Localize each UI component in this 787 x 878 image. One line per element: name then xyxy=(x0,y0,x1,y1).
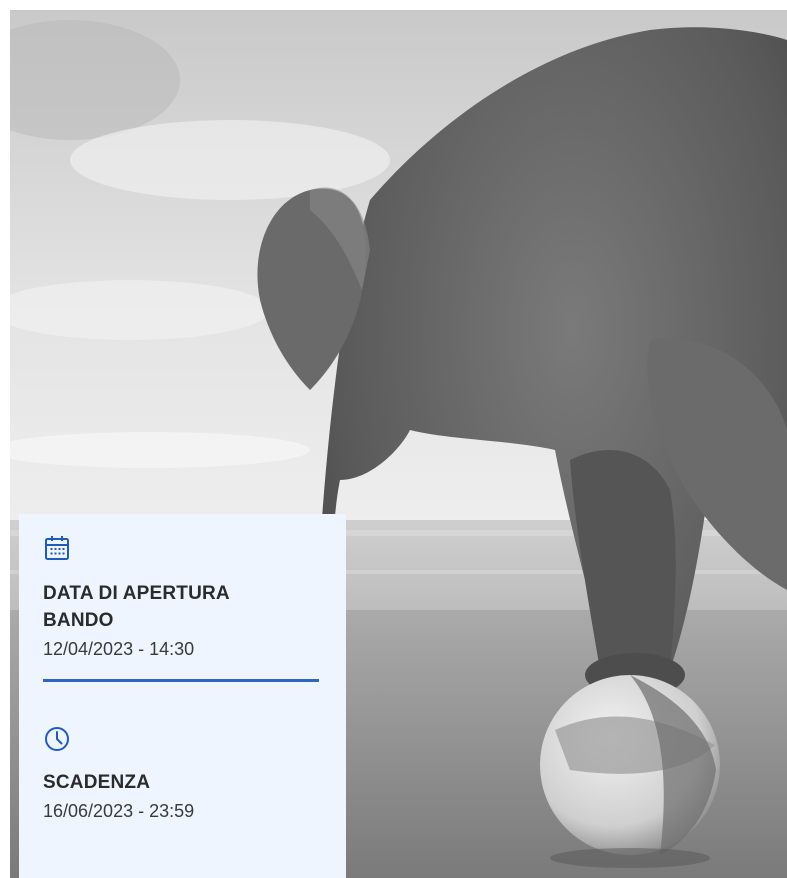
calendar-icon xyxy=(43,534,71,562)
opening-date-title-line1: DATA DI APERTURA xyxy=(43,583,230,604)
divider xyxy=(43,679,319,682)
info-card: DATA DI APERTURA BANDO 12/04/2023 - 14:3… xyxy=(19,514,346,878)
opening-date-title-line2: BANDO xyxy=(43,610,114,631)
opening-date-title: DATA DI APERTURA BANDO xyxy=(43,580,319,634)
opening-date-block: DATA DI APERTURA BANDO 12/04/2023 - 14:3… xyxy=(43,534,319,682)
deadline-value: 16/06/2023 - 23:59 xyxy=(43,801,195,821)
deadline-block: SCADENZA 16/06/2023 - 23:59 xyxy=(43,725,319,823)
clock-icon xyxy=(43,725,71,753)
deadline-title: SCADENZA xyxy=(43,772,151,793)
opening-date-value: 12/04/2023 - 14:30 xyxy=(43,639,195,659)
